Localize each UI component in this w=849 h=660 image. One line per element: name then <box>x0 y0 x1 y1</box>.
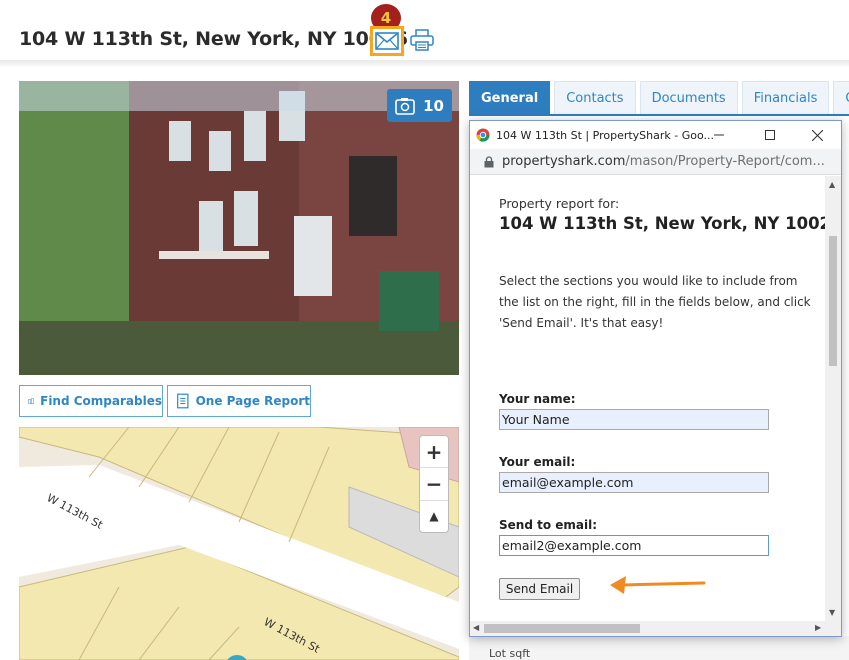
maximize-icon <box>765 130 775 140</box>
photo-gallery-icon <box>395 97 415 115</box>
scroll-up-icon[interactable]: ▲ <box>829 180 835 189</box>
your-email-label: Your email: <box>499 455 576 469</box>
close-button[interactable] <box>800 121 834 149</box>
scroll-down-icon[interactable]: ▼ <box>829 608 835 617</box>
close-icon <box>811 129 823 141</box>
page: 104 W 113th St, New York, NY 10026 4 10 … <box>0 0 849 660</box>
horizontal-scroll-thumb[interactable] <box>484 624 640 633</box>
lot-sqft-label: Lot sqft <box>489 647 531 660</box>
find-comparables-button[interactable]: Find Comparables <box>19 385 163 417</box>
send-to-email-label: Send to email: <box>499 518 598 532</box>
header-divider <box>0 60 849 68</box>
your-name-field[interactable] <box>499 409 769 430</box>
email-button[interactable] <box>370 26 404 56</box>
minimize-icon <box>714 134 724 136</box>
printer-icon <box>410 29 434 51</box>
popup-address-bar[interactable]: propertyshark.com/mason/Property-Report/… <box>470 149 841 175</box>
tab-occupancy[interactable]: Occupan <box>833 81 849 114</box>
tab-financials[interactable]: Financials <box>741 81 830 114</box>
url-path: /mason/Property-Report/com... <box>625 154 825 169</box>
page-title: 104 W 113th St, New York, NY 10026 <box>19 28 408 50</box>
scroll-right-icon[interactable]: ▶ <box>815 623 821 632</box>
map-tiles <box>19 427 459 660</box>
reset-bearing-button[interactable]: ▲ <box>420 501 448 532</box>
tab-documents[interactable]: Documents <box>639 81 738 114</box>
minimize-button[interactable] <box>702 121 736 149</box>
popup-window-title: 104 W 113th St | PropertyShark - Goo... <box>496 128 715 142</box>
popup-url: propertyshark.com/mason/Property-Report/… <box>502 154 825 169</box>
popup-titlebar[interactable]: 104 W 113th St | PropertyShark - Goo... <box>470 121 841 149</box>
scroll-left-icon[interactable]: ◀ <box>473 623 479 632</box>
find-comparables-label: Find Comparables <box>40 394 162 408</box>
property-tabs: General Contacts Documents Financials Oc… <box>469 81 849 114</box>
one-page-report-label: One Page Report <box>195 394 310 408</box>
print-button[interactable] <box>409 27 435 53</box>
your-name-label: Your name: <box>499 392 576 406</box>
url-domain: propertyshark.com <box>502 154 626 169</box>
chrome-icon <box>476 128 490 142</box>
zoom-out-button[interactable]: − <box>420 468 448 501</box>
instructions-text: Select the sections you would like to in… <box>499 274 811 330</box>
popup-vertical-scrollbar[interactable]: ▲ ▼ <box>825 176 841 621</box>
tab-contacts[interactable]: Contacts <box>554 81 636 114</box>
arrow-annotation-icon <box>610 576 706 594</box>
maximize-button[interactable] <box>753 121 787 149</box>
tabs-underline <box>469 114 849 116</box>
zoom-in-button[interactable]: + <box>420 436 448 469</box>
send-email-button[interactable]: Send Email <box>499 578 580 600</box>
map-zoom-control: + − ▲ <box>419 435 449 533</box>
send-to-email-field[interactable] <box>499 535 769 556</box>
property-map[interactable]: W 113th St W 113th St + − ▲ <box>19 427 459 660</box>
document-icon <box>177 393 189 409</box>
email-report-popup: 104 W 113th St | PropertyShark - Goo... … <box>469 120 842 637</box>
property-photo[interactable]: 10 <box>19 81 459 375</box>
vertical-scroll-thumb[interactable] <box>829 236 837 366</box>
envelope-icon <box>375 32 399 50</box>
popup-content: Property report for: 104 W 113th St, New… <box>470 176 825 621</box>
tab-general[interactable]: General <box>469 81 551 114</box>
one-page-report-button[interactable]: One Page Report <box>167 385 311 417</box>
popup-horizontal-scrollbar[interactable]: ◀ ▶ <box>470 621 841 636</box>
report-address: 104 W 113th St, New York, NY 10026 <box>499 214 825 233</box>
building-photo-image <box>19 81 459 375</box>
report-label: Property report for: <box>499 196 620 211</box>
photo-count: 10 <box>423 96 444 115</box>
photo-count-button[interactable]: 10 <box>387 89 452 122</box>
buildings-icon <box>28 398 34 404</box>
lock-icon <box>484 155 494 167</box>
your-email-field[interactable] <box>499 472 769 493</box>
